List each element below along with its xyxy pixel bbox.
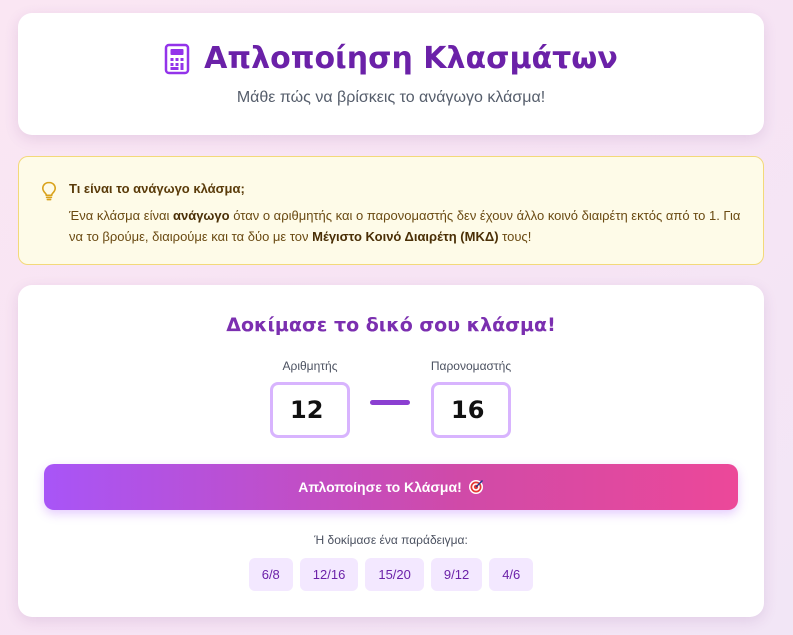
info-bold-gcd: Μέγιστο Κοινό Διαιρέτη (ΜΚΔ) [312, 229, 499, 244]
info-title: Τι είναι το ανάγωγο κλάσμα; [69, 181, 245, 196]
info-bold-term: ανάγωγο [172, 208, 230, 223]
info-text-part: Ένα κλάσμα είναι [69, 208, 173, 223]
example-chip[interactable]: 6/8 [248, 558, 293, 591]
fraction-bar [370, 400, 410, 405]
examples-label: Ή δοκίμασε ένα παράδειγμα: [314, 533, 468, 547]
example-chip[interactable]: 15/20 [365, 558, 424, 591]
example-chips: 6/8 12/16 15/20 9/12 4/6 [18, 558, 764, 591]
denominator-label: Παρονομαστής [430, 359, 512, 373]
info-text-part: τους! [498, 229, 532, 244]
target-icon [468, 479, 484, 495]
simplify-button-label: Απλοποίησε το Κλάσμα! [298, 479, 462, 495]
page-title: Απλοποίηση Κλασμάτων [204, 41, 618, 76]
fraction-card: Δοκίμασε το δικό σου κλάσμα! Αριθμητής 1… [18, 285, 764, 617]
example-chip[interactable]: 12/16 [299, 558, 359, 591]
simplify-button[interactable]: Απλοποίησε το Κλάσμα! [44, 464, 738, 510]
info-box: Τι είναι το ανάγωγο κλάσμα; Ένα κλάσμα ε… [18, 156, 764, 265]
lightbulb-icon [41, 181, 57, 201]
page-subtitle: Μάθε πώς να βρίσκεις το ανάγωγο κλάσμα! [236, 89, 546, 106]
numerator-input[interactable]: 12 [270, 382, 350, 438]
header-card: Απλοποίηση Κλασμάτων Μάθε πώς να βρίσκει… [18, 13, 764, 135]
calculator-icon [164, 43, 190, 75]
title-row: Απλοποίηση Κλασμάτων [18, 41, 764, 76]
example-chip[interactable]: 9/12 [430, 558, 483, 591]
numerator-label: Αριθμητής [282, 359, 338, 373]
info-text: Ένα κλάσμα είναι ανάγωγο όταν ο αριθμητή… [69, 205, 749, 247]
section-title: Δοκίμασε το δικό σου κλάσμα! [226, 314, 556, 336]
denominator-input[interactable]: 16 [431, 382, 511, 438]
example-chip[interactable]: 4/6 [489, 558, 534, 591]
